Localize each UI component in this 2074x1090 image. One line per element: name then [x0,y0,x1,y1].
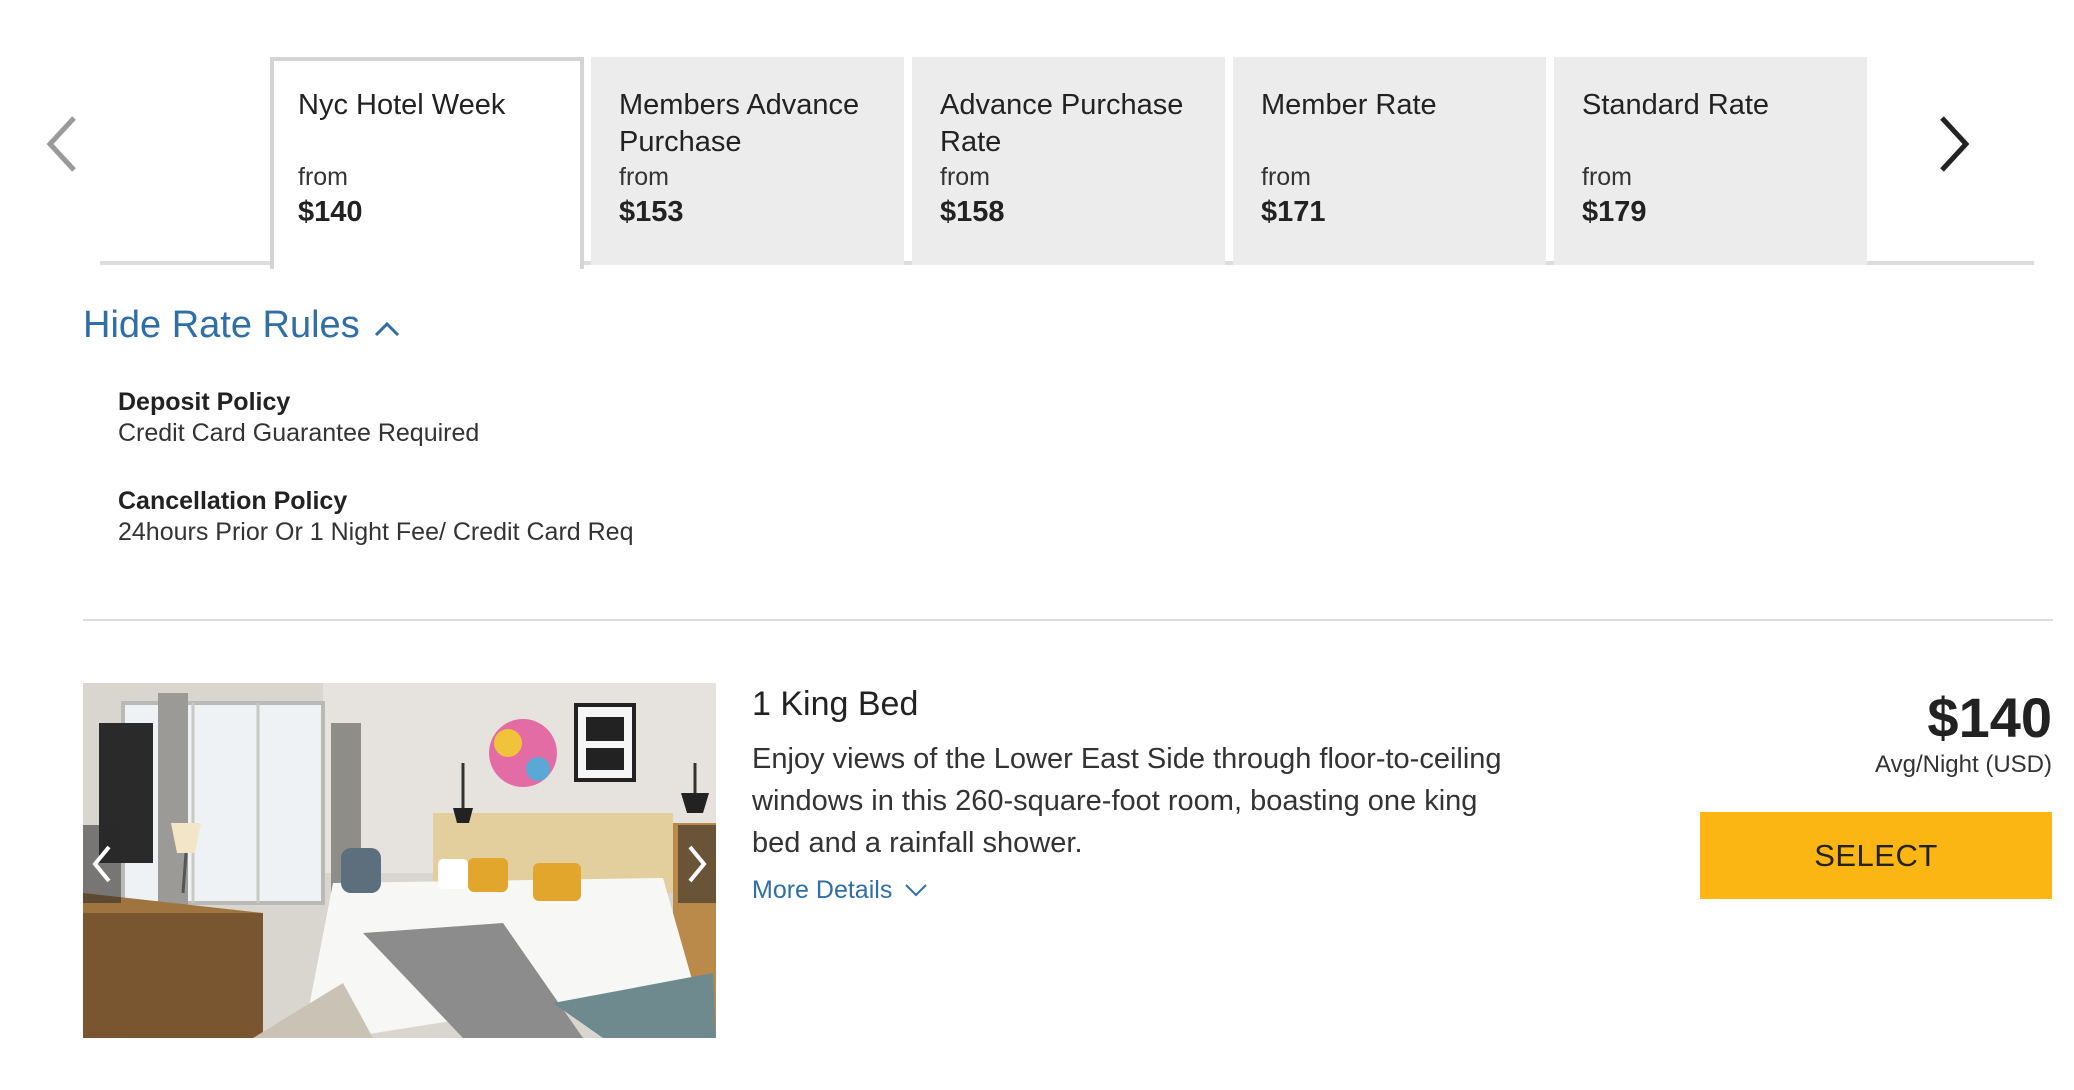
tab-from-label: from [298,163,348,191]
more-details-link[interactable]: More Details [752,874,928,906]
chevron-down-icon [905,884,928,897]
tab-standard-rate[interactable]: Standard Rate from $179 [1554,57,1867,265]
tab-price: $140 [298,196,363,228]
section-divider [83,619,2053,621]
tab-member-rate[interactable]: Member Rate from $171 [1233,57,1546,265]
chevron-left-icon [46,116,76,172]
tab-nyc-hotel-week[interactable]: Nyc Hotel Week from $140 [270,57,584,269]
tab-members-advance-purchase[interactable]: Members Advance Purchase from $153 [591,57,904,265]
chevron-right-icon [1940,116,1970,172]
price-amount: $140 [1927,686,2052,749]
photo-prev-button[interactable] [83,825,121,903]
tab-from-label: from [1261,163,1311,191]
room-name: 1 King Bed [752,685,919,723]
rules-toggle-label: Hide Rate Rules [83,304,360,346]
tab-title: Nyc Hotel Week [298,89,506,121]
tab-price: $153 [619,196,684,228]
policy-title: Cancellation Policy [118,487,348,515]
photo-next-button[interactable] [678,825,716,903]
chevron-left-icon [92,845,111,883]
room-photo [83,683,716,1038]
tab-title: Member Rate [1261,89,1437,121]
policy-title: Deposit Policy [118,388,291,416]
deposit-policy: Deposit Policy Credit Card Guarantee Req… [118,387,479,449]
chevron-right-icon [688,845,707,883]
chevron-up-icon [374,321,399,337]
tab-from-label: from [1582,163,1632,191]
room-price: $140 Avg/Night (USD) [1875,686,2052,780]
policy-value: 24hours Prior Or 1 Night Fee/ Credit Car… [118,518,634,546]
hide-rate-rules-toggle[interactable]: Hide Rate Rules [83,302,400,348]
tab-price: $171 [1261,196,1326,228]
tab-advance-purchase-rate[interactable]: Advance Purchase Rate from $158 [912,57,1225,265]
tab-title: Members Advance Purchase [619,89,860,158]
tab-title: Standard Rate [1582,89,1770,121]
rate-selection-page: Nyc Hotel Week from $140 Members Advance… [0,0,2074,1090]
tab-price: $179 [1582,196,1647,228]
price-unit: Avg/Night (USD) [1875,751,2052,778]
room-description: Enjoy views of the Lower East Side throu… [752,743,1502,859]
tab-title: Advance Purchase Rate [940,89,1184,158]
tabs-next-button[interactable] [1924,104,1984,184]
cancellation-policy: Cancellation Policy 24hours Prior Or 1 N… [118,486,634,548]
tabs-prev-button[interactable] [32,104,92,184]
tab-from-label: from [619,163,669,191]
room-photo-carousel[interactable] [83,683,716,1038]
tab-from-label: from [940,163,990,191]
select-button[interactable]: SELECT [1700,812,2052,899]
more-details-label: More Details [752,876,893,904]
policy-value: Credit Card Guarantee Required [118,419,480,447]
tab-price: $158 [940,196,1005,228]
